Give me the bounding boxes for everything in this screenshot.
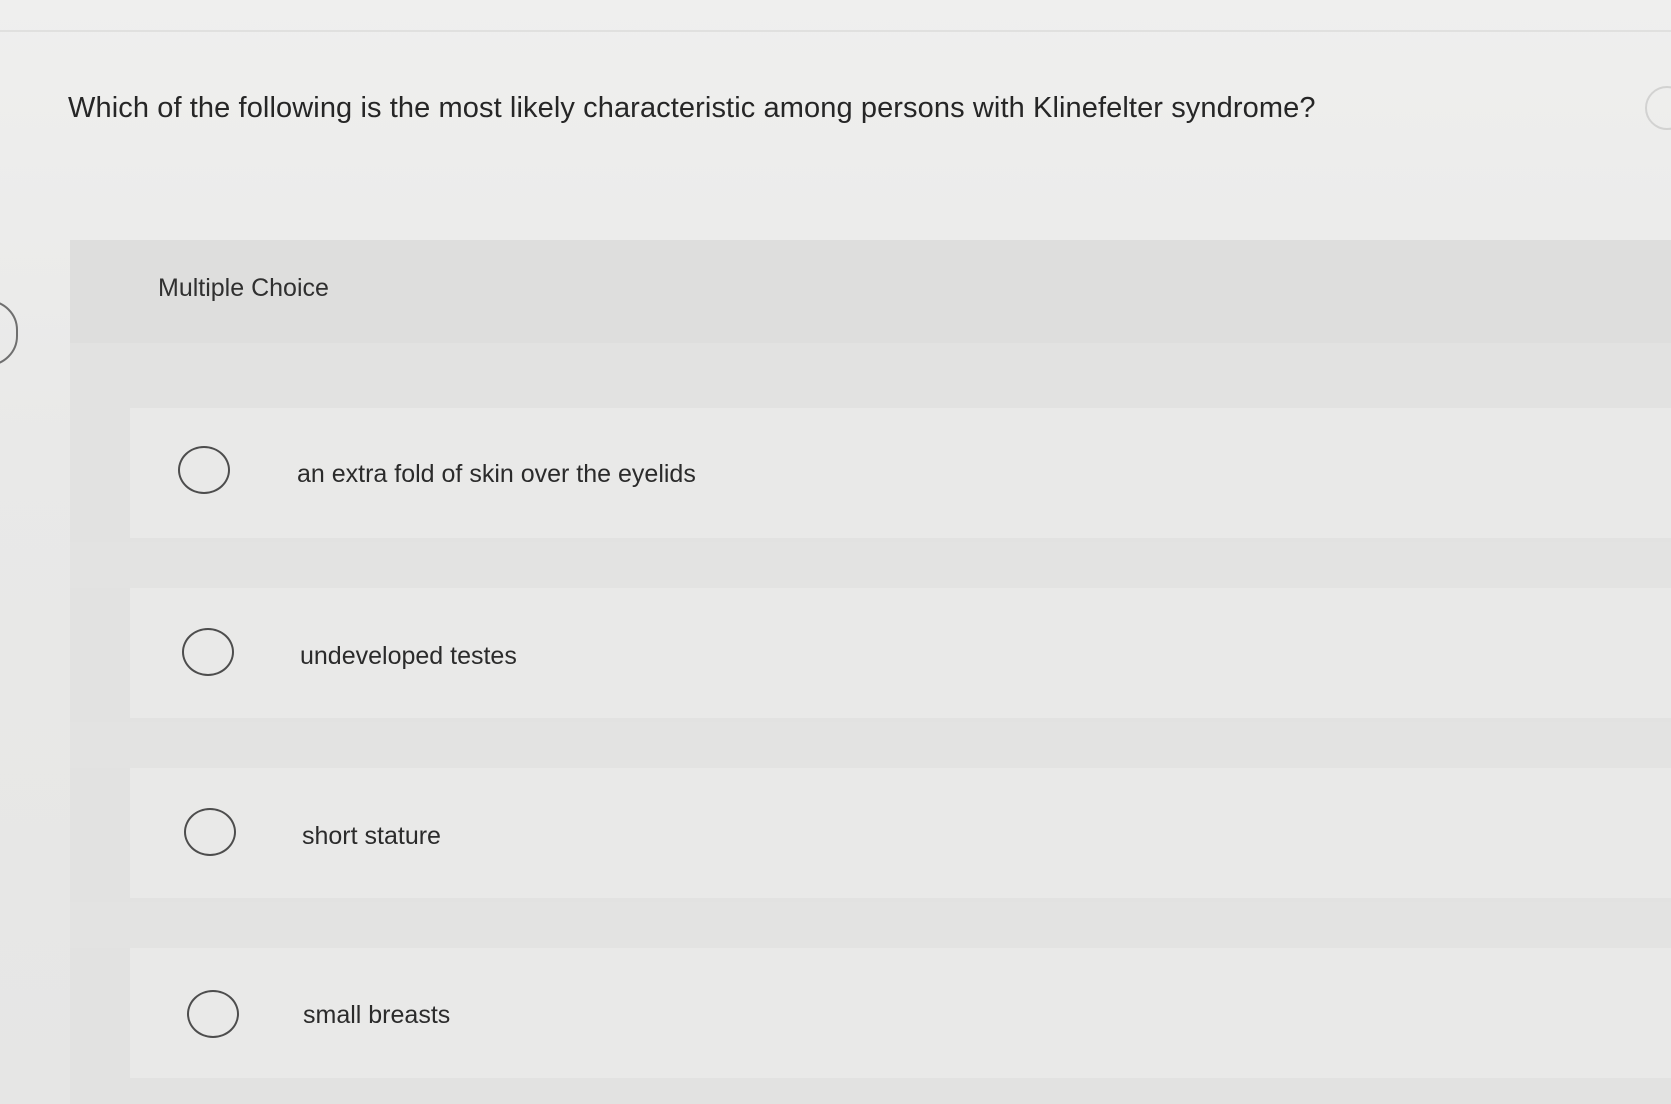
- radio-button-option-4[interactable]: [187, 990, 239, 1038]
- option-2-label[interactable]: undeveloped testes: [300, 642, 517, 671]
- option-1-label[interactable]: an extra fold of skin over the eyelids: [297, 460, 696, 489]
- radio-button-option-3[interactable]: [184, 808, 236, 856]
- option-3-label[interactable]: short stature: [302, 822, 441, 851]
- option-divider: [70, 722, 1671, 768]
- option-divider: [70, 902, 1671, 948]
- radio-button-option-2[interactable]: [182, 628, 234, 676]
- screen: Which of the following is the most likel…: [0, 0, 1671, 1104]
- option-4-label[interactable]: small breasts: [303, 1001, 450, 1030]
- corner-control-icon[interactable]: [1645, 86, 1671, 130]
- multiple-choice-header: Multiple Choice: [70, 240, 1671, 343]
- option-divider: [70, 542, 1671, 588]
- top-divider: [0, 30, 1671, 32]
- side-panel-toggle[interactable]: [0, 300, 18, 366]
- question-type-label: Multiple Choice: [158, 274, 329, 302]
- radio-button-option-1[interactable]: [178, 446, 230, 494]
- question-prompt: Which of the following is the most likel…: [68, 92, 1316, 124]
